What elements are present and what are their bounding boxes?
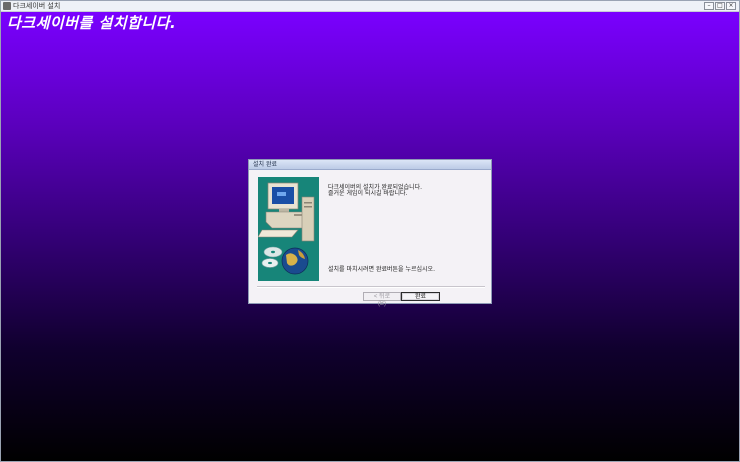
installer-window: 다크세이버 설치 – □ × 다크세이버를 설치합니다. 설치 완료 다크세이버… <box>0 0 740 462</box>
app-icon <box>3 2 11 10</box>
back-button[interactable]: < 뒤로(B) <box>363 292 401 307</box>
finish-button[interactable]: 완료 <box>401 292 440 301</box>
install-banner: 다크세이버를 설치합니다. <box>7 14 177 32</box>
completion-message-line2: 즐거운 게임이 되시길 바랍니다. <box>328 190 408 197</box>
maximize-icon[interactable]: □ <box>715 2 725 10</box>
computer-icon <box>258 182 315 275</box>
finish-dialog: 설치 완료 다크세이버의 설치가 완료되었습니다. 즐거운 게임이 되시길 바랍… <box>248 159 492 307</box>
minimize-icon[interactable]: – <box>704 2 714 10</box>
dialog-titlebar[interactable]: 설치 완료 <box>249 160 491 170</box>
installer-background: 다크세이버를 설치합니다. 설치 완료 다크세이버의 설치가 완료되었습니다. … <box>1 12 739 461</box>
window-titlebar[interactable]: 다크세이버 설치 – □ × <box>1 1 739 12</box>
window-title: 다크세이버 설치 <box>13 2 61 10</box>
finish-instruction: 설치를 마치시려면 완료버튼을 누르십시오. <box>328 266 435 273</box>
dialog-title: 설치 완료 <box>253 161 277 168</box>
computer-globe-illustration <box>258 177 319 281</box>
close-icon[interactable]: × <box>726 2 736 10</box>
dialog-divider <box>257 286 485 288</box>
